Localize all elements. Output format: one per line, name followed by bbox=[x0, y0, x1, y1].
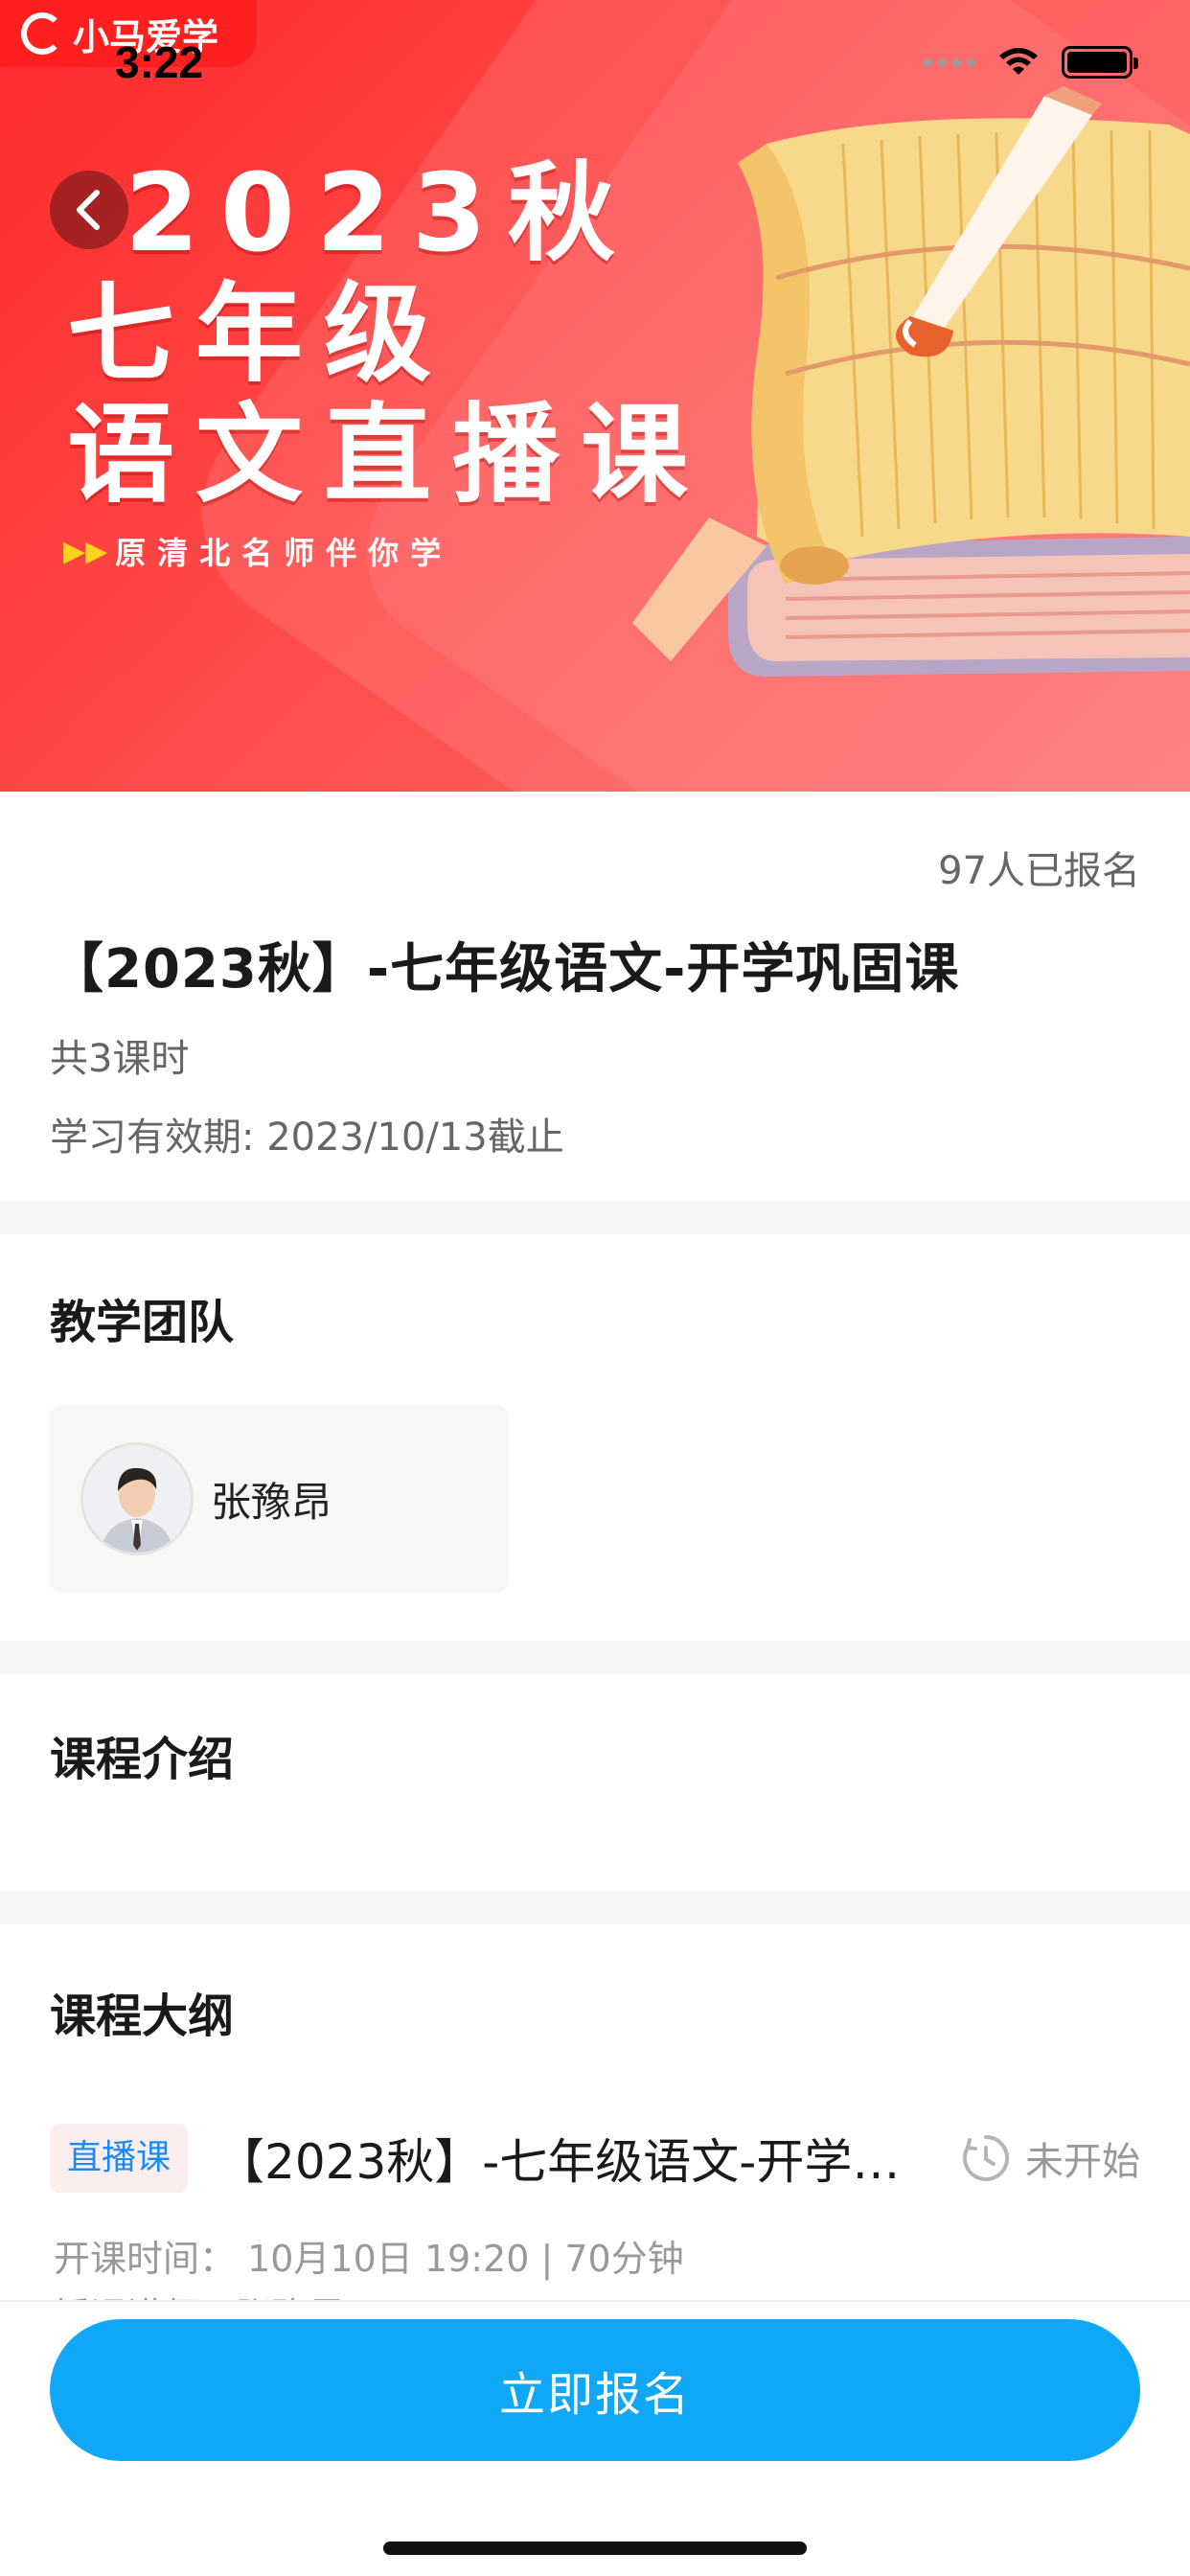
section-title-outline: 课程大纲 bbox=[50, 1990, 235, 2043]
brand-logo-icon bbox=[21, 12, 63, 55]
lesson-title: 【2023秋】-七年级语文-开学巩固课 bbox=[217, 2134, 937, 2190]
clock-icon bbox=[963, 2135, 1010, 2181]
course-outline-section: 课程大纲 直播课 【2023秋】-七年级语文-开学巩固课 未开始 开课时间： 1… bbox=[0, 1924, 1190, 2308]
validity-period: 学习有效期: 2023/10/13截止 bbox=[50, 1116, 564, 1160]
signal-icon bbox=[924, 58, 975, 67]
status-bar-icons bbox=[924, 46, 1138, 79]
play-arrows-icon: ▶▶ bbox=[63, 534, 108, 568]
home-indicator bbox=[383, 2542, 807, 2555]
live-class-tag: 直播课 bbox=[50, 2124, 189, 2193]
lesson-status-text: 未开始 bbox=[1025, 2140, 1140, 2184]
back-button[interactable] bbox=[50, 171, 128, 249]
teacher-avatar-image bbox=[83, 1445, 191, 1552]
section-title-team: 教学团队 bbox=[50, 1296, 235, 1349]
course-detail-page: 小马爱学 3:22 2023秋 七年级 语文直播课 ▶▶ 原清北名师伴你学 97… bbox=[0, 0, 1190, 2576]
course-title: 【2023秋】-七年级语文-开学巩固课 bbox=[50, 938, 960, 1000]
back-chevron-icon bbox=[77, 190, 100, 230]
teacher-card[interactable]: 张豫昂 bbox=[50, 1405, 508, 1593]
avatar bbox=[80, 1442, 194, 1555]
section-title-intro: 课程介绍 bbox=[50, 1733, 235, 1786]
lesson-status: 未开始 bbox=[960, 2130, 1140, 2186]
lesson-count: 共3课时 bbox=[50, 1037, 190, 1081]
course-info-card: 97人已报名 【2023秋】-七年级语文-开学巩固课 共3课时 学习有效期: 2… bbox=[0, 792, 1190, 1202]
course-intro-section: 课程介绍 bbox=[0, 1673, 1190, 1892]
teacher-name: 张豫昂 bbox=[211, 1478, 332, 1526]
status-bar-time: 3:22 bbox=[115, 37, 204, 87]
banner-subtitle-text: 原清北名师伴你学 bbox=[115, 535, 453, 571]
battery-icon bbox=[1062, 46, 1138, 79]
course-banner: 小马爱学 3:22 2023秋 七年级 语文直播课 ▶▶ 原清北名师伴你学 bbox=[0, 0, 1190, 792]
bottom-action-bar: 立即报名 bbox=[0, 2300, 1190, 2576]
enroll-count: 97人已报名 bbox=[938, 849, 1140, 893]
scroll-brush-illustration bbox=[632, 86, 1190, 677]
wifi-icon bbox=[999, 48, 1038, 75]
lesson-time: 开课时间： 10月10日 19:20 | 70分钟 bbox=[54, 2238, 684, 2280]
lesson-item[interactable]: 直播课 【2023秋】-七年级语文-开学巩固课 未开始 bbox=[50, 2122, 1140, 2195]
teaching-team-section: 教学团队 张豫昂 bbox=[0, 1234, 1190, 1641]
enroll-now-button[interactable]: 立即报名 bbox=[50, 2319, 1140, 2461]
banner-subtitle: ▶▶ 原清北名师伴你学 bbox=[63, 529, 452, 573]
